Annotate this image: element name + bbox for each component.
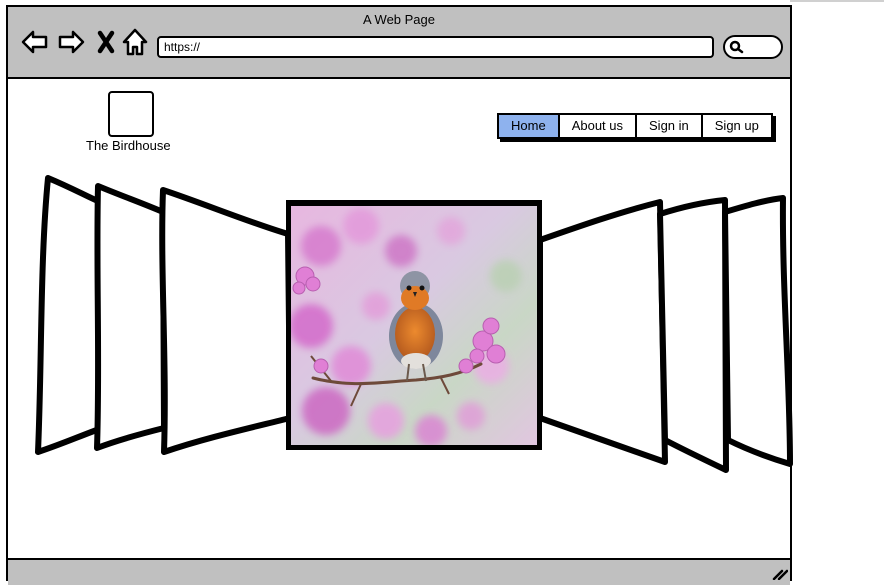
menu-item-sign-up[interactable]: Sign up — [703, 115, 771, 137]
carousel-panel-right-3[interactable] — [722, 195, 793, 467]
carousel-panel-right-2[interactable] — [657, 197, 729, 473]
back-icon[interactable] — [20, 27, 50, 57]
carousel-center-image[interactable] — [286, 200, 542, 450]
resize-grip-icon[interactable] — [772, 568, 788, 580]
site-logo-text: The Birdhouse — [86, 138, 171, 153]
site-nav-menu: Home About us Sign in Sign up — [497, 113, 773, 139]
home-icon[interactable] — [120, 27, 150, 57]
carousel-panel-left-2[interactable] — [94, 183, 167, 451]
menu-item-sign-in[interactable]: Sign in — [637, 115, 703, 137]
carousel-panel-left-1[interactable] — [35, 175, 105, 455]
search-button[interactable] — [723, 35, 783, 59]
window-title: A Web Page — [362, 12, 436, 27]
robin-on-blossom-branch-image — [291, 206, 537, 445]
carousel-panel-right-1[interactable] — [537, 199, 668, 465]
url-input[interactable]: https:// — [157, 36, 714, 58]
site-logo-placeholder[interactable] — [108, 91, 154, 137]
forward-icon[interactable] — [56, 27, 86, 57]
top-edge-line — [790, 0, 884, 2]
search-icon — [729, 40, 744, 54]
menu-item-home[interactable]: Home — [499, 115, 560, 137]
close-icon[interactable] — [92, 27, 122, 57]
browser-chrome: A Web Page https:// — [8, 7, 790, 79]
menu-item-about-us[interactable]: About us — [560, 115, 638, 137]
carousel-panel-left-3[interactable] — [159, 187, 293, 455]
